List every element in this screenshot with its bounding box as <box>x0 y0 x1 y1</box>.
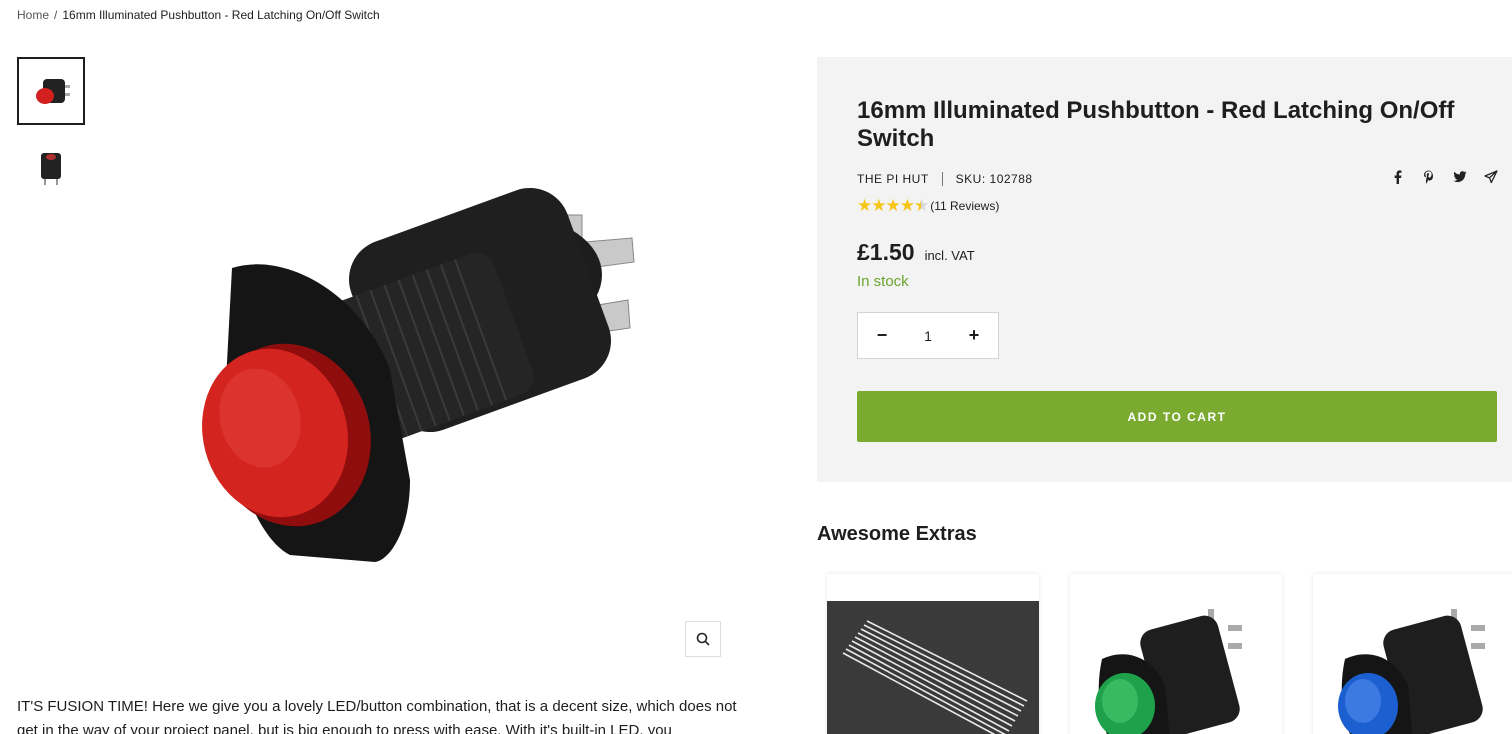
breadcrumb-home-link[interactable]: Home <box>17 8 49 22</box>
breadcrumb: Home / 16mm Illuminated Pushbutton - Red… <box>17 8 380 22</box>
thumbnail-2[interactable] <box>17 133 85 201</box>
breadcrumb-current: 16mm Illuminated Pushbutton - Red Latchi… <box>62 8 380 22</box>
extra-product-card[interactable] <box>1313 574 1512 734</box>
red-pushbutton-thumbnail <box>36 79 70 104</box>
quantity-stepper: − 1 + <box>857 312 999 359</box>
blue-pushbutton-image <box>1313 601 1512 734</box>
review-count: (11 Reviews) <box>930 199 1000 213</box>
jumper-wires-image <box>827 601 1039 734</box>
sku-label: SKU: 102788 <box>955 172 1033 186</box>
facebook-icon[interactable] <box>1391 169 1405 185</box>
quantity-increase-button[interactable]: + <box>962 325 986 346</box>
vat-label: incl. VAT <box>924 248 975 263</box>
vendor-link[interactable]: THE PI HUT <box>857 172 929 186</box>
thumbnail-1[interactable] <box>17 57 85 125</box>
stock-status: In stock <box>857 273 909 290</box>
price-block: £1.50 incl. VAT <box>857 239 975 266</box>
extra-product-card[interactable] <box>1070 574 1282 734</box>
breadcrumb-separator: / <box>54 8 58 22</box>
product-description: IT'S FUSION TIME! Here we give you a lov… <box>17 698 737 734</box>
email-icon[interactable] <box>1484 169 1498 185</box>
product-rating[interactable]: ★★★★★ (11 Reviews) <box>857 196 999 216</box>
zoom-button[interactable] <box>685 621 721 657</box>
product-title: 16mm Illuminated Pushbutton - Red Latchi… <box>857 97 1455 152</box>
twitter-icon[interactable] <box>1453 169 1467 185</box>
price-amount: £1.50 <box>857 239 915 265</box>
product-info-panel: 16mm Illuminated Pushbutton - Red Latchi… <box>817 57 1512 482</box>
share-buttons <box>1391 169 1498 185</box>
extra-product-card[interactable] <box>827 574 1039 734</box>
rating-stars: ★★★★★ <box>857 196 929 215</box>
extras-title: Awesome Extras <box>817 523 977 545</box>
quantity-input[interactable]: 1 <box>924 328 932 344</box>
search-icon <box>696 632 710 646</box>
product-meta: THE PI HUT SKU: 102788 <box>857 172 1033 186</box>
meta-divider <box>941 172 943 186</box>
thumbnail-list <box>17 57 85 209</box>
pinterest-icon[interactable] <box>1422 169 1436 185</box>
product-main-image <box>202 187 635 562</box>
pushbutton-side-thumbnail <box>41 153 61 185</box>
half-star-icon: ★ <box>913 196 929 215</box>
quantity-decrease-button[interactable]: − <box>870 325 894 346</box>
add-to-cart-button[interactable]: ADD TO CART <box>857 391 1497 442</box>
green-pushbutton-image <box>1070 601 1282 734</box>
